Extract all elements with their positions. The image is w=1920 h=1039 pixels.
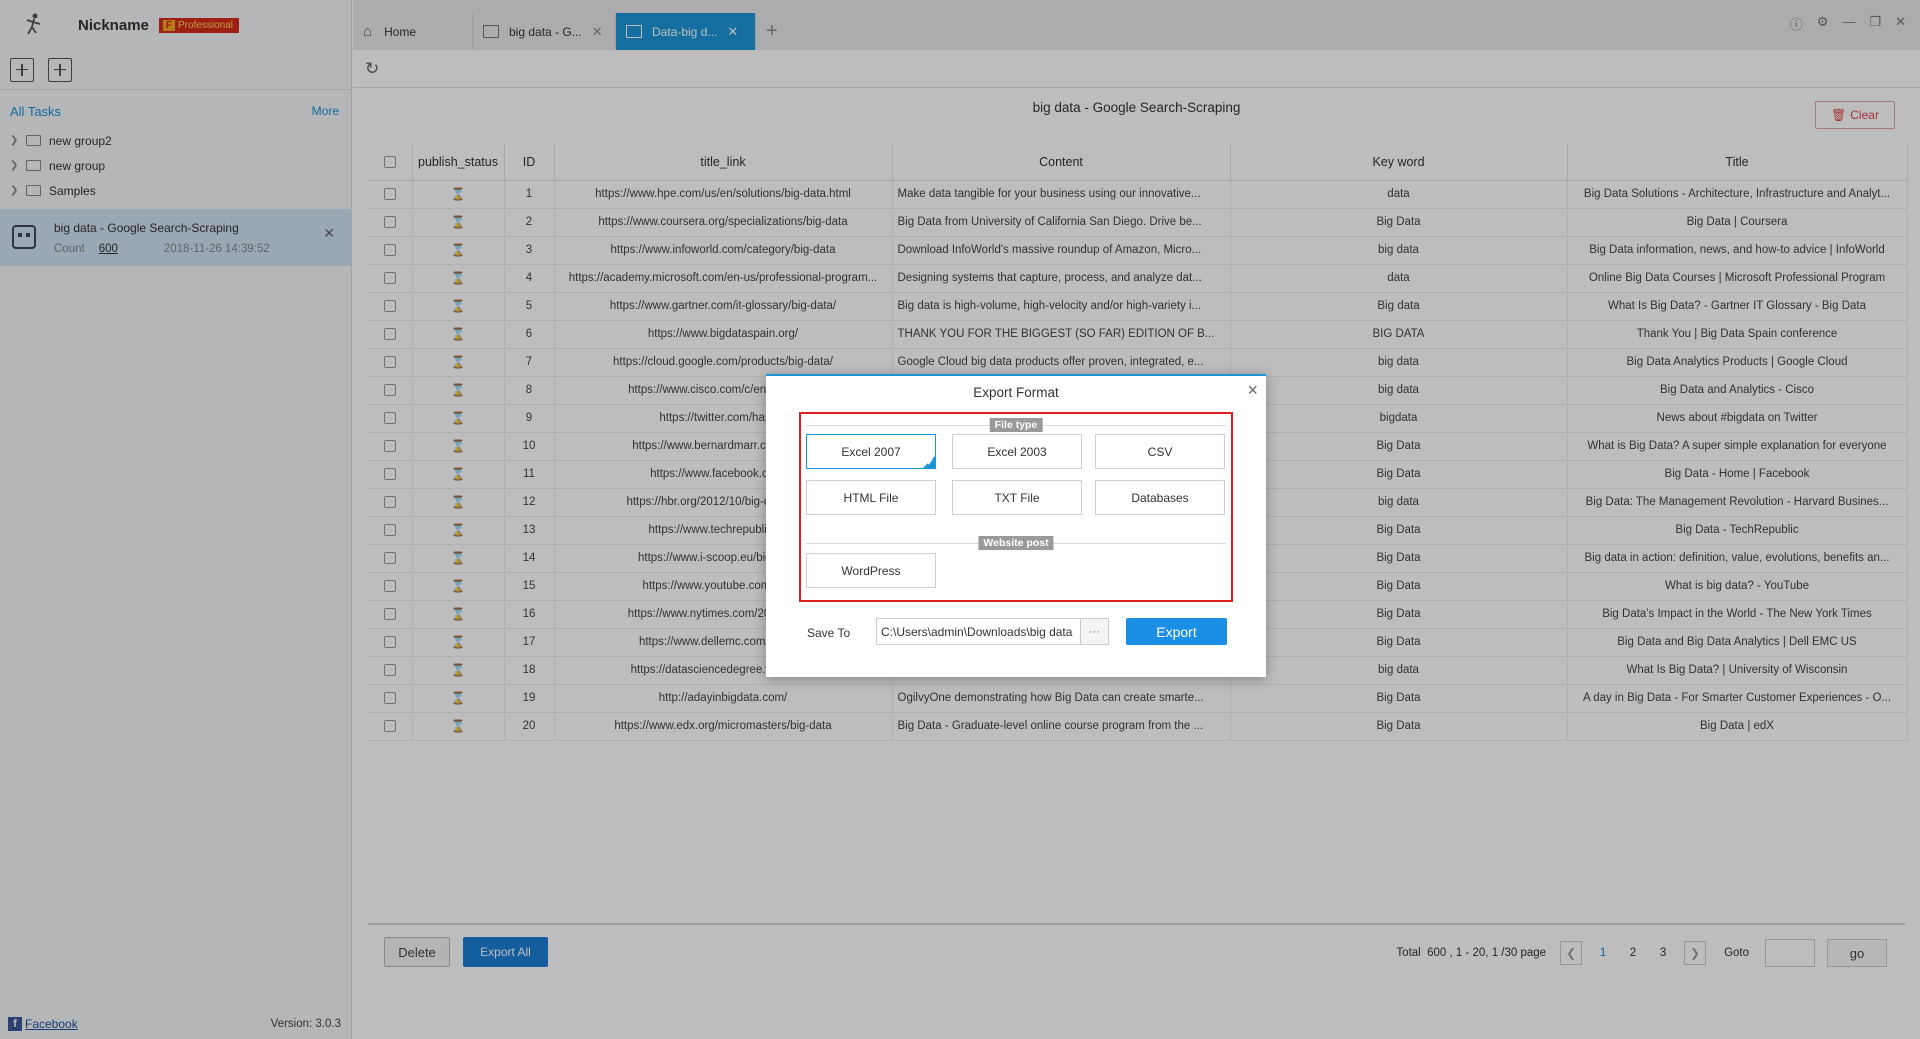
export-format-dialog: Export Format × File type Excel 2007 ✓ Ex… <box>766 374 1266 677</box>
format-options-box: File type Excel 2007 ✓ Excel 2003 CSV HTM… <box>799 412 1233 602</box>
format-txt-button[interactable]: TXT File <box>952 480 1082 515</box>
format-label: CSV <box>1147 444 1173 459</box>
format-wordpress-button[interactable]: WordPress <box>806 553 936 588</box>
format-label: TXT File <box>994 490 1040 505</box>
export-button[interactable]: Export <box>1126 618 1227 645</box>
check-icon: ✓ <box>926 457 934 467</box>
website-post-label: Website post <box>978 536 1054 550</box>
close-icon[interactable]: × <box>1247 380 1258 401</box>
format-excel-2003-button[interactable]: Excel 2003 <box>952 434 1082 469</box>
file-type-label: File type <box>989 418 1043 432</box>
format-csv-button[interactable]: CSV <box>1095 434 1225 469</box>
format-excel-2007-button[interactable]: Excel 2007 ✓ <box>806 434 936 469</box>
format-label: Databases <box>1131 490 1189 505</box>
format-label: WordPress <box>841 563 901 578</box>
format-label: HTML File <box>843 490 899 505</box>
format-label: Excel 2003 <box>987 444 1047 459</box>
dialog-title: Export Format <box>973 385 1059 400</box>
save-path-input[interactable]: C:\Users\admin\Downloads\big data <box>876 618 1081 645</box>
save-to-label: Save To <box>807 626 851 640</box>
format-html-button[interactable]: HTML File <box>806 480 936 515</box>
browse-button[interactable]: ··· <box>1080 618 1109 645</box>
format-label: Excel 2007 <box>841 444 901 459</box>
format-databases-button[interactable]: Databases <box>1095 480 1225 515</box>
